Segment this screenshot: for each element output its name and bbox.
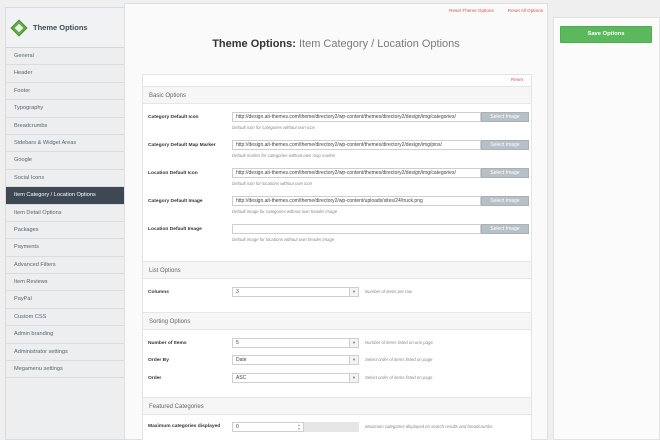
diamond-logo-icon (10, 19, 28, 37)
reset-theme-options-link[interactable]: Reset Theme Options (449, 8, 494, 13)
number-of-items-select[interactable]: 5 ▼ (232, 338, 359, 348)
save-options-button[interactable]: Save Options (560, 26, 652, 43)
main-content: Reset Theme Options Reset All Options Th… (124, 3, 548, 440)
basic-option-label: Category Default Icon (148, 115, 199, 120)
sorting-options-heading: Sorting Options (143, 312, 531, 330)
order-desc: Select order of items listed on page (365, 375, 433, 380)
basic-option-label: Category Default Map Marker (148, 143, 216, 148)
number-of-items-label: Number of Items (148, 341, 187, 346)
columns-label: Columns (148, 290, 169, 295)
sidebar-item[interactable]: Item Detail Options (6, 204, 128, 222)
chevron-down-icon: ▼ (349, 339, 358, 347)
order-label: Order (148, 376, 162, 381)
basic-option-label: Location Default Icon (148, 171, 198, 176)
number-of-items-desc: Number of items listed on one page (365, 340, 433, 345)
select-image-button[interactable]: Select Image (481, 196, 529, 206)
columns-value: 3 (236, 289, 239, 295)
sidebar-item[interactable]: Item Reviews (6, 274, 128, 292)
image-url-input[interactable]: http://design.ait-themes.com/theme/direc… (232, 196, 481, 206)
sidebar-item[interactable]: Advanced Filters (6, 256, 128, 275)
sidebar-item[interactable]: Item Category / Location Options (6, 187, 134, 205)
basic-option-label: Category Default Image (148, 199, 203, 204)
sidebar-item[interactable]: Payments (6, 239, 128, 257)
sidebar-item[interactable]: Packages (6, 221, 128, 240)
chevron-down-icon: ▼ (349, 356, 358, 364)
sidebar-item[interactable]: Administrator settings (6, 343, 128, 362)
select-image-button[interactable]: Select Image (481, 224, 529, 234)
max-categories-value: 0 (236, 424, 239, 430)
options-panel: Reset Basic Options Category Default Ico… (142, 74, 532, 440)
sidebar-item[interactable]: Megamenu settings (6, 361, 128, 379)
sidebar-title: Theme Options (33, 23, 88, 32)
select-image-button[interactable]: Select Image (481, 140, 529, 150)
sidebar-item[interactable]: Typography (6, 100, 128, 118)
order-by-select[interactable]: Date ▼ (232, 355, 359, 365)
order-by-value: Date (236, 357, 247, 363)
sidebar-header: Theme Options (6, 8, 128, 48)
sidebar-item[interactable]: Sidebars & Widget Areas (6, 134, 128, 153)
sidebar: Theme Options General Header Footer Typogra… (5, 7, 134, 440)
number-of-items-value: 5 (236, 340, 239, 346)
basic-options-heading: Basic Options (143, 86, 531, 104)
basic-option-desc: Default marker for categories without ow… (232, 153, 336, 158)
order-select[interactable]: ASC ▼ (232, 373, 359, 383)
basic-option-desc: Default icon for locations without own i… (232, 181, 313, 186)
sidebar-item[interactable]: Social Icons (6, 169, 128, 188)
spinner-arrows-icon[interactable]: ▲ ▼ (295, 423, 303, 431)
image-url-input[interactable]: http://design.ait-themes.com/theme/direc… (232, 168, 481, 178)
select-image-button[interactable]: Select Image (481, 168, 529, 178)
sidebar-nav: General Header Footer Typography Breadcrumbs… (6, 48, 134, 379)
sidebar-item[interactable]: Header (6, 65, 128, 83)
top-links: Reset Theme Options Reset All Options (449, 8, 543, 13)
image-url-input[interactable]: http://design.ait-themes.com/theme/direc… (232, 112, 481, 122)
max-categories-desc: Maximum categories displayed on search r… (365, 424, 493, 429)
sidebar-item[interactable]: Footer (6, 82, 128, 101)
sidebar-item[interactable]: Admin branding (6, 326, 128, 344)
reset-link[interactable]: Reset (511, 77, 523, 82)
max-categories-stepper[interactable]: 0 ▲ ▼ (232, 422, 304, 432)
order-by-label: Order By (148, 358, 169, 363)
sidebar-item[interactable]: Breadcrumbs (6, 117, 128, 135)
page-title-prefix: Theme Options: (212, 38, 296, 50)
list-options-heading: List Options (143, 261, 531, 279)
basic-option-desc: Default icon for categories without own … (232, 125, 315, 130)
sidebar-item[interactable]: General (6, 48, 128, 66)
chevron-down-icon: ▼ (349, 288, 358, 296)
sidebar-item[interactable]: Custom CSS (6, 308, 128, 327)
image-url-input[interactable]: http://design.ait-themes.com/theme/direc… (232, 140, 481, 150)
page-title: Theme Options: Item Category / Location … (125, 38, 547, 50)
max-categories-label: Maximum categories displayed (148, 424, 221, 429)
sidebar-item[interactable]: Google (6, 152, 128, 170)
select-image-button[interactable]: Select Image (481, 112, 529, 122)
featured-categories-heading: Featured Categories (143, 397, 531, 415)
order-by-desc: Select order of items listed on page (365, 357, 433, 362)
max-categories-slider (304, 422, 359, 432)
image-url-input[interactable] (232, 224, 481, 234)
page-title-sub: Item Category / Location Options (298, 38, 460, 50)
columns-select[interactable]: 3 ▼ (232, 287, 359, 297)
reset-all-options-link[interactable]: Reset All Options (508, 8, 543, 13)
right-column: Save Options (553, 17, 660, 440)
basic-option-label: Location Default Image (148, 227, 202, 232)
order-value: ASC (236, 375, 247, 381)
chevron-down-icon: ▼ (349, 374, 358, 382)
sidebar-item[interactable]: PayPal (6, 291, 128, 309)
basic-option-desc: Default image for categories without own… (232, 209, 338, 214)
columns-desc: Number of items per row (365, 289, 413, 294)
basic-option-desc: Default image for locations without own … (232, 237, 335, 242)
